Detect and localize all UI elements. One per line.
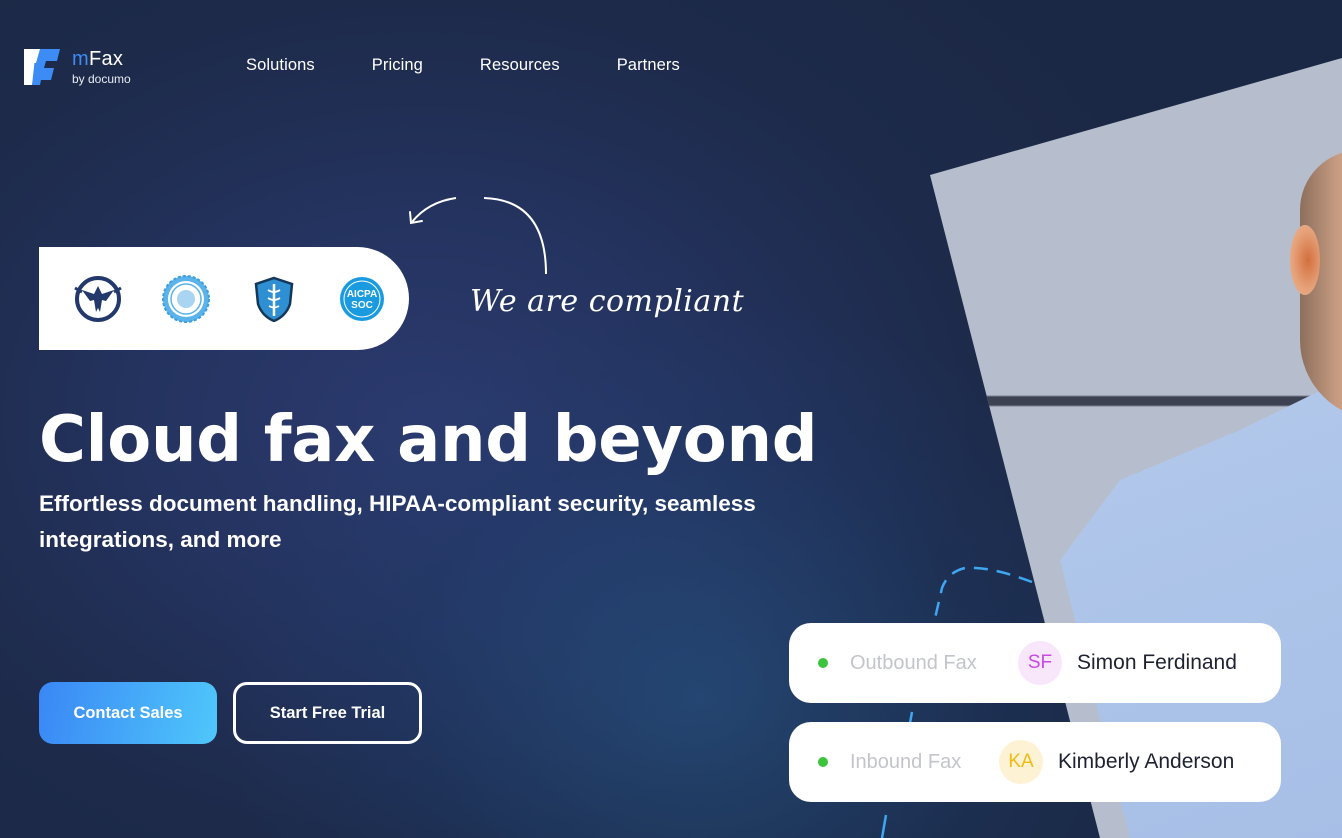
logo-brand: mFax	[72, 47, 124, 70]
fax-card-inbound[interactable]: Inbound Fax KA Kimberly Anderson	[789, 722, 1281, 802]
main-nav: Solutions Pricing Resources Partners	[246, 56, 680, 75]
logo-byline: by documo	[72, 71, 131, 86]
aicpa-soc-badge-icon: AICPA SOC	[336, 273, 388, 325]
hipaa-shield-badge-icon	[248, 273, 300, 325]
seal-compliance-badge-icon	[160, 273, 212, 325]
hero-subtitle: Effortless document handling, HIPAA-comp…	[39, 491, 756, 552]
fax-card-outbound[interactable]: Outbound Fax SF Simon Ferdinand	[789, 623, 1281, 703]
nav-resources[interactable]: Resources	[480, 56, 560, 75]
nav-solutions[interactable]: Solutions	[246, 56, 315, 75]
compliance-callout: We are compliant	[470, 284, 745, 319]
fax-type: Outbound Fax	[850, 651, 977, 674]
logo[interactable]: mFax by documo	[24, 47, 131, 87]
fax-type: Inbound Fax	[850, 750, 962, 773]
aicpa-text: AICPA	[347, 289, 377, 300]
mfax-logo-icon	[24, 47, 62, 87]
contact-name: Kimberly Anderson	[1058, 750, 1235, 773]
eagle-compliance-badge-icon	[72, 273, 124, 325]
status-dot	[818, 658, 828, 668]
logo-text: mFax by documo	[72, 49, 131, 86]
soc-text: SOC	[351, 300, 373, 311]
nav-pricing[interactable]: Pricing	[372, 56, 423, 75]
start-free-trial-button[interactable]: Start Free Trial	[233, 682, 422, 744]
contact-name: Simon Ferdinand	[1077, 651, 1237, 674]
hero-photo-ear	[1290, 225, 1320, 295]
hero-title: Cloud fax and beyond	[39, 403, 818, 477]
nav-partners[interactable]: Partners	[617, 56, 680, 75]
compliance-badges: AICPA SOC	[39, 247, 409, 350]
avatar: SF	[1018, 641, 1062, 685]
curved-arrow-icon	[409, 197, 547, 275]
contact-sales-button[interactable]: Contact Sales	[39, 682, 217, 744]
avatar: KA	[999, 740, 1043, 784]
status-dot	[818, 757, 828, 767]
